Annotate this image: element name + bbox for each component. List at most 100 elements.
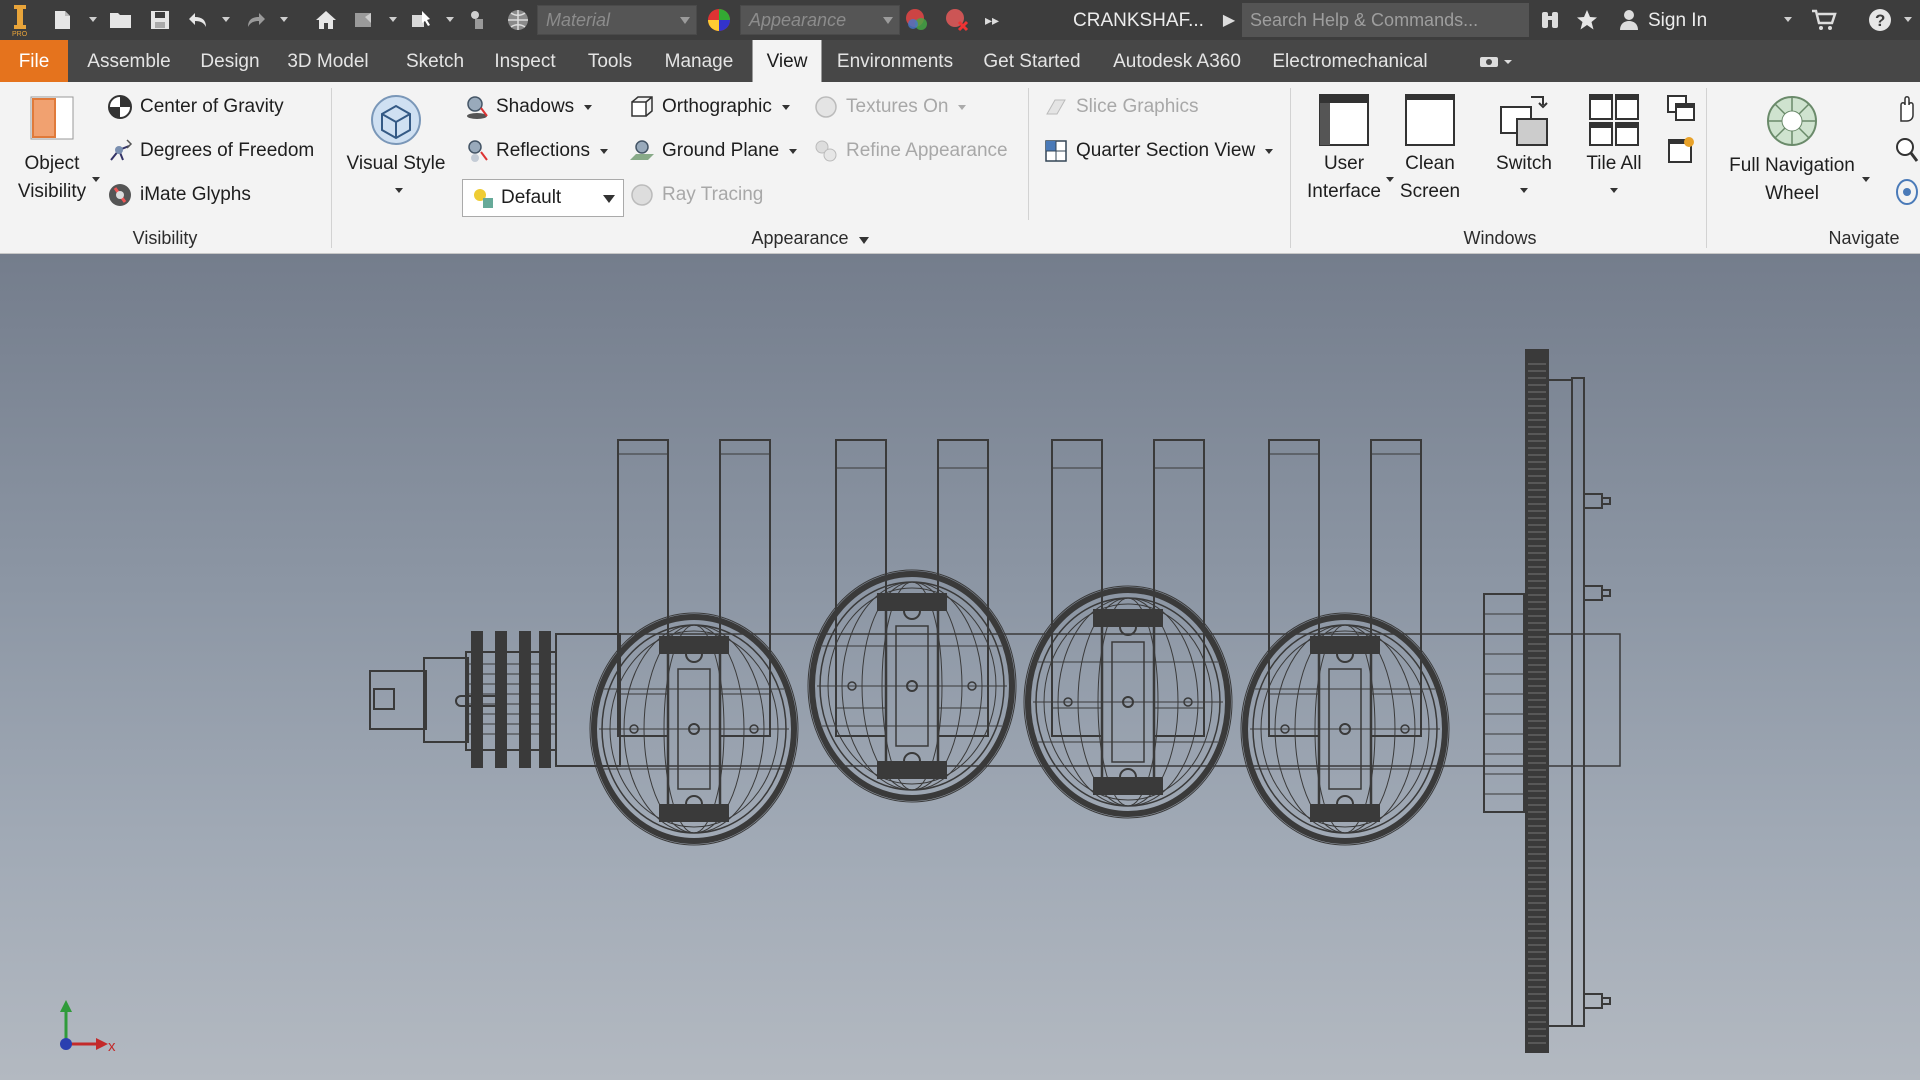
reflections-dropdown-icon[interactable] [600,148,608,154]
user-interface-button[interactable]: User Interface [1300,92,1388,206]
orbit-button[interactable] [1892,174,1920,210]
orthographic-dropdown-icon[interactable] [781,104,790,110]
switch-window-button[interactable]: Switch [1482,92,1566,178]
imate-glyphs-button[interactable]: iMate Glyphs [106,178,251,212]
binoculars-search-icon[interactable] [1535,0,1565,40]
update-icon[interactable] [350,0,378,40]
redo-icon[interactable] [242,0,270,40]
shadows-label: Shadows [496,96,575,117]
new-window-button[interactable] [1662,132,1700,170]
tab-get-started[interactable]: Get Started [974,40,1090,82]
open-folder-icon[interactable] [106,0,136,40]
more-tools-icon[interactable]: ▸▸ [982,0,1002,40]
tab-design[interactable]: Design [190,40,270,82]
panel-separator [1028,88,1029,220]
tab-assemble[interactable]: Assemble [80,40,178,82]
chevron-down-icon [883,17,893,24]
title-arrow-icon[interactable]: ▶ [1222,0,1236,40]
lighting-style-icon [469,184,497,212]
zoom-button[interactable] [1892,132,1920,168]
appearance-combo[interactable]: Appearance [740,5,900,35]
orthographic-button[interactable]: Orthographic [628,90,790,124]
inventor-app-icon[interactable]: PRO [6,0,34,40]
full-navigation-wheel-button[interactable]: Full Navigation Wheel [1716,92,1868,208]
tab-3d-model[interactable]: 3D Model [280,40,376,82]
ribbon-options-icon[interactable] [1474,40,1518,82]
center-of-gravity-label: Center of Gravity [140,96,284,117]
crankshaft-wireframe-model[interactable] [0,254,1920,1080]
update-dropdown-icon[interactable] [389,17,397,22]
redo-dropdown-icon[interactable] [280,17,288,22]
switch-dropdown-icon[interactable] [1520,188,1528,193]
new-file-dropdown-icon[interactable] [89,17,97,22]
refine-appearance-button[interactable]: Refine Appearance [812,134,1008,168]
tab-electromechanical[interactable]: Electromechanical [1262,40,1438,82]
visual-style-dropdown-icon[interactable] [395,188,403,193]
ground-plane-button[interactable]: Ground Plane [628,134,798,168]
quarter-section-dropdown-icon[interactable] [1265,148,1274,154]
tab-view[interactable]: View [752,40,822,82]
tile-all-button[interactable]: Tile All [1574,92,1654,178]
cart-icon[interactable] [1808,0,1840,40]
save-icon[interactable] [146,0,174,40]
degrees-of-freedom-button[interactable]: Degrees of Freedom [106,134,314,168]
tab-inspect[interactable]: Inspect [484,40,566,82]
visual-style-button[interactable]: Visual Style [344,92,448,178]
sign-in-dropdown-icon[interactable] [1784,17,1792,22]
slice-graphics-button[interactable]: Slice Graphics [1042,90,1199,124]
graphics-viewport[interactable]: x [0,254,1920,1080]
select-icon[interactable] [408,0,436,40]
sign-in-link[interactable]: Sign In [1648,0,1707,40]
clean-screen-icon [1402,92,1458,148]
ilogic-globe-icon[interactable] [504,0,532,40]
ray-tracing-button[interactable]: Ray Tracing [628,178,763,212]
clear-appearance-icon[interactable] [942,0,972,40]
quarter-section-view-button[interactable]: Quarter Section View [1042,134,1274,168]
navigation-wheel-dropdown-icon[interactable] [1862,177,1870,182]
material-combo[interactable]: Material [537,5,697,35]
shadows-dropdown-icon[interactable] [584,104,593,110]
degrees-of-freedom-label: Degrees of Freedom [140,140,315,161]
switch-window-icon [1496,92,1552,148]
tab-file[interactable]: File [0,40,68,82]
tab-tools[interactable]: Tools [576,40,644,82]
textures-on-button[interactable]: Textures On [812,90,967,124]
tab-sketch[interactable]: Sketch [396,40,474,82]
object-visibility-label-1: Object [24,153,80,174]
tab-environments[interactable]: Environments [832,40,958,82]
object-visibility-button[interactable]: Object Visibility [10,92,94,206]
user-icon[interactable] [1614,0,1644,40]
new-file-icon[interactable] [48,0,76,40]
panel-title-appearance[interactable]: Appearance [720,226,900,250]
x-axis-arrow-icon [96,1038,108,1050]
lighting-style-select[interactable]: Default [462,179,624,217]
tab-autodesk-a360[interactable]: Autodesk A360 [1106,40,1248,82]
undo-icon[interactable] [184,0,212,40]
shadows-button[interactable]: Shadows [462,90,593,124]
panel-separator [1290,88,1291,248]
center-of-gravity-button[interactable]: Center of Gravity [106,90,284,124]
reflections-button[interactable]: Reflections [462,134,608,168]
object-visibility-dropdown-icon[interactable] [92,177,100,182]
select-dropdown-icon[interactable] [446,17,454,22]
search-input[interactable]: Search Help & Commands... [1242,3,1529,37]
home-icon[interactable] [312,0,340,40]
tile-all-dropdown-icon[interactable] [1610,188,1618,193]
pan-button[interactable] [1892,90,1920,126]
lighting-style-value: Default [501,187,562,208]
adjust-appearance-icon[interactable] [902,0,932,40]
reflections-label: Reflections [496,140,590,161]
tab-manage[interactable]: Manage [656,40,742,82]
help-dropdown-icon[interactable] [1904,17,1912,22]
degrees-of-freedom-icon [106,137,134,165]
cascade-windows-button[interactable] [1662,90,1700,128]
color-sphere-icon[interactable] [704,0,734,40]
clean-screen-button[interactable]: Clean Screen [1392,92,1468,206]
measure-icon[interactable] [464,0,492,40]
quarter-section-view-label: Quarter Section View [1076,140,1256,161]
undo-dropdown-icon[interactable] [222,17,230,22]
textures-dropdown-icon[interactable] [958,104,967,110]
help-icon[interactable]: ? [1864,0,1896,40]
ground-plane-dropdown-icon[interactable] [789,148,798,154]
favorite-star-icon[interactable] [1572,0,1602,40]
